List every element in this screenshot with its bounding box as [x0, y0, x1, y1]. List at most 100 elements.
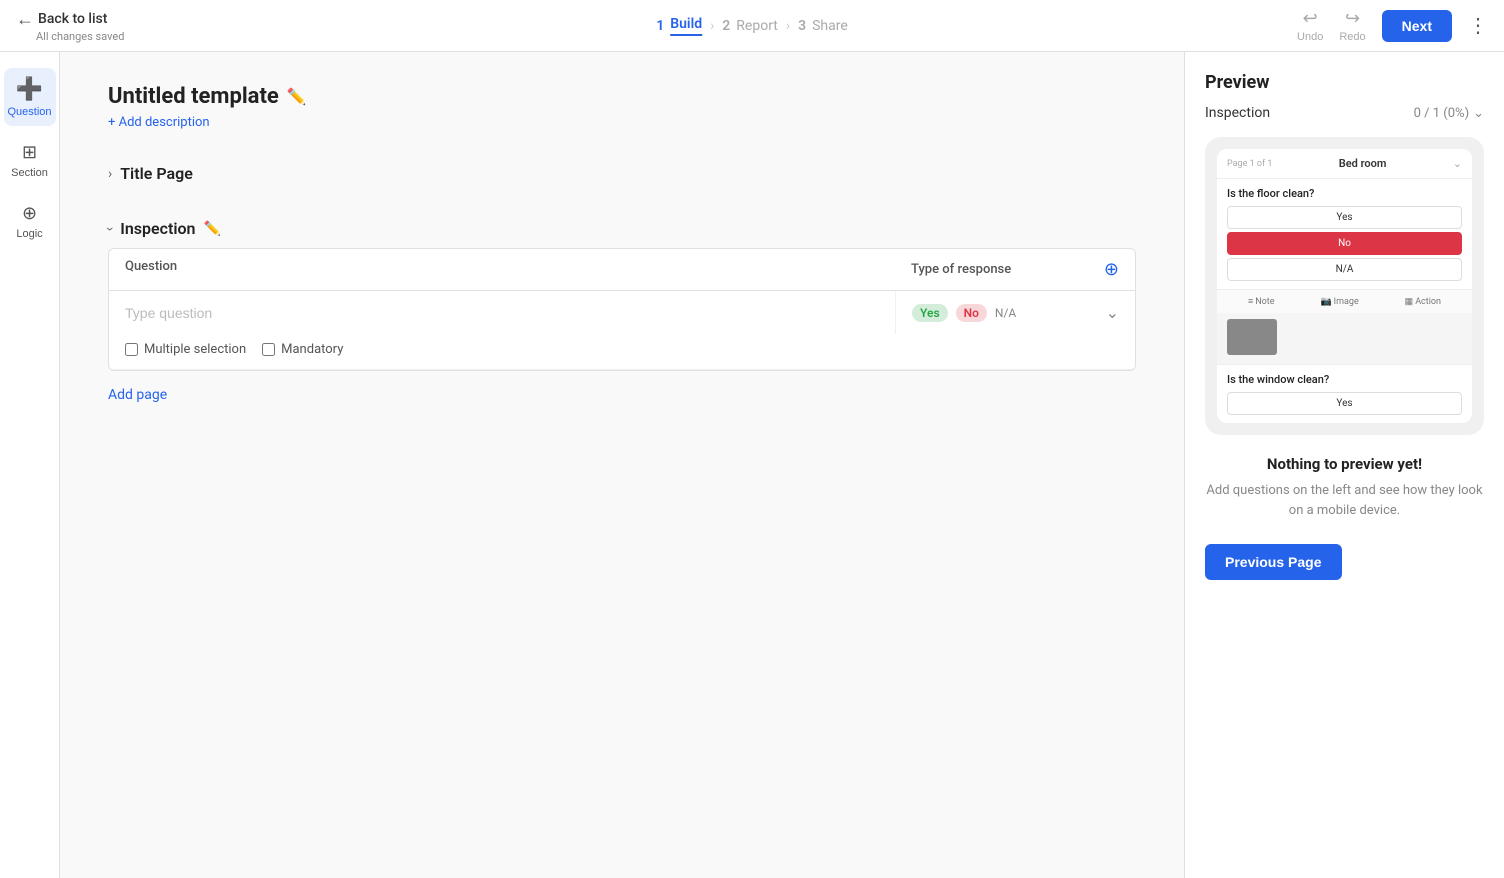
phone-image-thumbnail	[1227, 319, 1277, 355]
inspection-chevron-icon: ›	[102, 226, 118, 230]
nav-right: ↩ Undo ↪ Redo Next ⋮	[1297, 8, 1488, 43]
add-description-link[interactable]: + Add description	[108, 115, 1136, 130]
response-chevron-icon[interactable]: ⌄	[1106, 303, 1119, 322]
title-page-section: › Title Page	[108, 154, 1136, 193]
question-row-main: Yes No N/A ⌄	[109, 291, 1135, 334]
multiple-selection-label[interactable]: Multiple selection	[125, 342, 246, 357]
add-question-icon[interactable]: ⊕	[1104, 259, 1119, 280]
template-title: Untitled template	[108, 84, 279, 109]
mandatory-text: Mandatory	[281, 342, 343, 357]
step-share[interactable]: 3 Share	[798, 18, 848, 34]
col-response-header: Type of response ⊕	[895, 249, 1135, 290]
next-button[interactable]: Next	[1382, 10, 1452, 42]
logic-icon: ⊕	[22, 203, 37, 224]
undo-label: Undo	[1297, 31, 1323, 43]
question-input-cell	[109, 291, 895, 334]
sidebar-question-button[interactable]: ➕ Question	[4, 68, 56, 126]
content-area: Untitled template ✏️ + Add description ›…	[60, 52, 1184, 878]
table-header: Question Type of response ⊕	[109, 249, 1135, 291]
step-arrow-1: ›	[710, 18, 714, 34]
back-link[interactable]: ← Back to list All changes saved	[16, 9, 124, 43]
title-page-title: Title Page	[120, 164, 193, 183]
redo-button[interactable]: ↪ Redo	[1339, 8, 1365, 43]
phone-question-1: Is the floor clean? Yes No N/A	[1217, 179, 1472, 289]
response-no-badge[interactable]: No	[956, 304, 987, 322]
undo-redo-group: ↩ Undo ↪ Redo	[1297, 8, 1366, 43]
phone-image-area	[1217, 313, 1472, 364]
title-page-header[interactable]: › Title Page	[108, 154, 1136, 193]
response-yes-badge[interactable]: Yes	[912, 304, 948, 322]
phone-question-1-text: Is the floor clean?	[1227, 187, 1462, 200]
step-1-label: Build	[670, 16, 702, 36]
left-sidebar: ➕ Question ⊞ Section ⊕ Logic	[0, 52, 60, 878]
sidebar-question-label: Question	[7, 106, 51, 118]
step-3-num: 3	[798, 18, 806, 34]
add-page-link[interactable]: Add page	[108, 387, 167, 403]
response-na-badge[interactable]: N/A	[995, 306, 1016, 320]
phone-answers-1: Yes No N/A	[1227, 206, 1462, 281]
inspection-section: › Inspection ✏️ Question Type of respons…	[108, 209, 1136, 403]
preview-title: Preview	[1205, 72, 1484, 93]
note-icon: ≡	[1248, 296, 1253, 307]
step-report[interactable]: 2 Report	[722, 18, 778, 34]
phone-section-name: Bed room	[1339, 157, 1387, 170]
phone-screen: Page 1 of 1 Bed room ⌄ Is the floor clea…	[1217, 149, 1472, 423]
phone-tool-image[interactable]: 📷 Image	[1320, 296, 1358, 307]
preview-empty-title: Nothing to preview yet!	[1205, 455, 1484, 473]
template-title-edit-icon[interactable]: ✏️	[287, 87, 307, 106]
mandatory-label[interactable]: Mandatory	[262, 342, 343, 357]
top-nav: ← Back to list All changes saved 1 Build…	[0, 0, 1504, 52]
undo-icon: ↩	[1303, 8, 1318, 29]
question-row-footer: Multiple selection Mandatory	[109, 334, 1135, 369]
phone-answer-2-yes[interactable]: Yes	[1227, 392, 1462, 415]
main-layout: ➕ Question ⊞ Section ⊕ Logic Untitled te…	[0, 52, 1504, 878]
undo-button[interactable]: ↩ Undo	[1297, 8, 1323, 43]
autosave-status: All changes saved	[36, 30, 124, 43]
title-page-chevron-icon: ›	[108, 166, 112, 182]
phone-answer-na[interactable]: N/A	[1227, 258, 1462, 281]
inspection-title: Inspection	[120, 219, 195, 238]
back-arrow-icon: ←	[16, 9, 34, 30]
question-input[interactable]	[125, 305, 879, 321]
phone-question-2-text: Is the window clean?	[1227, 373, 1462, 386]
mandatory-checkbox[interactable]	[262, 343, 275, 356]
phone-answers-2: Yes	[1227, 392, 1462, 415]
template-title-row: Untitled template ✏️	[108, 84, 1136, 109]
table-row: Yes No N/A ⌄ Multiple selection	[109, 291, 1135, 370]
phone-page-header: Page 1 of 1 Bed room ⌄	[1217, 149, 1472, 179]
phone-question-2: Is the window clean? Yes	[1217, 364, 1472, 423]
back-label: Back to list	[38, 11, 107, 27]
preview-inspection-row: Inspection 0 / 1 (0%) ⌄	[1205, 105, 1484, 121]
phone-chevron-icon: ⌄	[1453, 157, 1462, 170]
multiple-selection-checkbox[interactable]	[125, 343, 138, 356]
response-cell: Yes No N/A ⌄	[895, 291, 1135, 334]
step-2-label: Report	[736, 18, 778, 34]
inspection-edit-icon[interactable]: ✏️	[203, 221, 220, 237]
more-options-button[interactable]: ⋮	[1468, 13, 1488, 38]
previous-page-button[interactable]: Previous Page	[1205, 544, 1342, 580]
phone-page-label: Page 1 of 1	[1227, 159, 1272, 169]
action-icon: ▦	[1405, 297, 1414, 307]
question-table: Question Type of response ⊕ Yes No	[108, 248, 1136, 371]
preview-inspection-label: Inspection	[1205, 105, 1270, 121]
sidebar-logic-button[interactable]: ⊕ Logic	[4, 195, 56, 248]
plus-icon: ➕	[16, 76, 43, 102]
preview-progress: 0 / 1 (0%) ⌄	[1414, 106, 1484, 121]
phone-tool-action[interactable]: ▦ Action	[1405, 296, 1441, 307]
phone-tool-note[interactable]: ≡ Note	[1248, 296, 1275, 307]
step-2-num: 2	[722, 18, 730, 34]
preview-progress-chevron-icon: ⌄	[1473, 106, 1484, 121]
step-build[interactable]: 1 Build	[656, 16, 702, 36]
phone-answer-no[interactable]: No	[1227, 232, 1462, 255]
phone-tools: ≡ Note 📷 Image ▦ Action	[1217, 289, 1472, 313]
sidebar-section-button[interactable]: ⊞ Section	[4, 134, 56, 187]
multiple-selection-text: Multiple selection	[144, 342, 246, 357]
phone-mockup: Page 1 of 1 Bed room ⌄ Is the floor clea…	[1205, 137, 1484, 435]
sidebar-logic-label: Logic	[16, 228, 42, 240]
preview-panel: Preview Inspection 0 / 1 (0%) ⌄ Page 1 o…	[1184, 52, 1504, 878]
sidebar-section-label: Section	[11, 167, 48, 179]
step-1-num: 1	[656, 18, 664, 34]
phone-answer-yes[interactable]: Yes	[1227, 206, 1462, 229]
inspection-header[interactable]: › Inspection ✏️	[108, 209, 1136, 248]
preview-empty-desc: Add questions on the left and see how th…	[1205, 481, 1484, 520]
